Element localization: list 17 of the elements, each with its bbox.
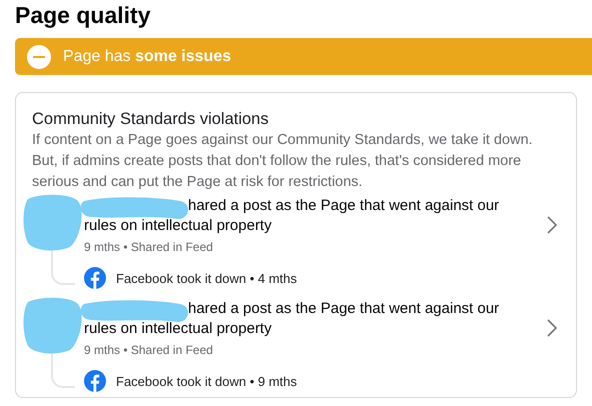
violation-meta: 9 mths • Shared in Feed — [84, 342, 214, 359]
card-heading: Community Standards violations — [32, 109, 270, 130]
takedown-status: Facebook took it down • 9 mths — [116, 374, 297, 388]
violation-item[interactable]: hared a post as the Page that went against our rules on intellectual property 9 mths • Shared in Feed — [84, 296, 560, 359]
chevron-right-icon — [546, 318, 558, 338]
minus-circle-icon — [27, 44, 51, 68]
violation-item[interactable]: hared a post as the Page that went against our rules on intellectual property 9 mths • Shared in Feed — [84, 193, 560, 256]
facebook-logo-icon — [84, 370, 106, 392]
chevron-right-icon — [546, 214, 558, 234]
status-text: Page has some issues — [63, 48, 232, 66]
facebook-logo-icon — [84, 267, 106, 289]
card-description: If content on a Page goes against our Community Standards, we take it down. But, if admins create posts that don't follow the rules, that's considered more serious and can put the Page at risk for restrictions. — [32, 131, 534, 192]
violation-message: hared a post as the Page that went against our rules on intellectual property — [84, 196, 500, 236]
violation-meta: 9 mths • Shared in Feed — [84, 239, 214, 256]
takedown-status: Facebook took it down • 4 mths — [116, 270, 297, 286]
page-title: Page quality — [14, 1, 152, 29]
violation-message: hared a post as the Page that went against our rules on intellectual property — [84, 299, 500, 339]
